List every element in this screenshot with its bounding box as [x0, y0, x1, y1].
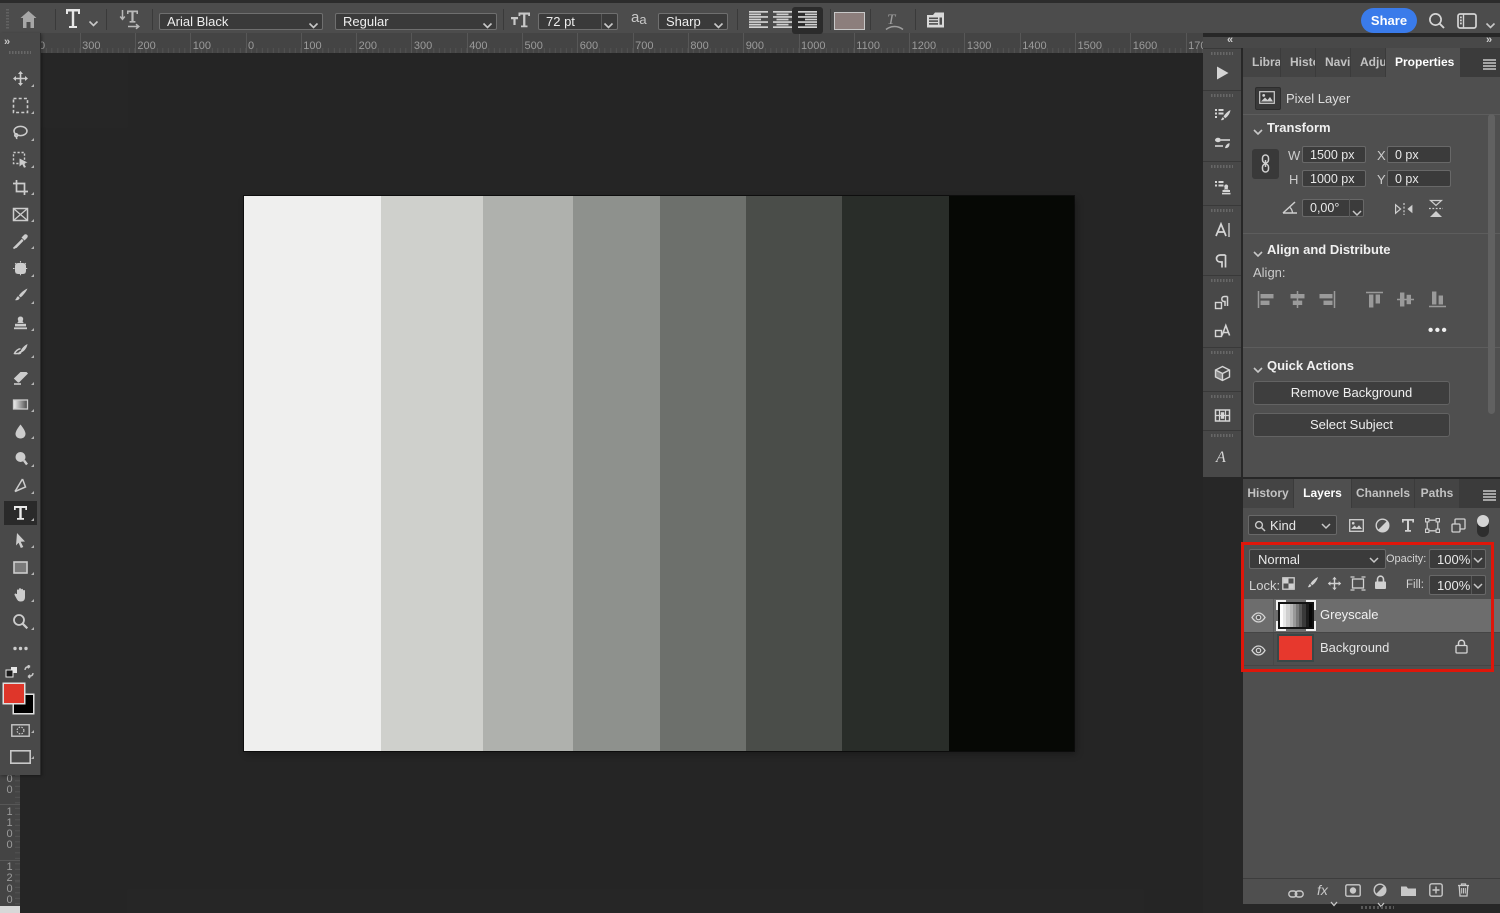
svg-text:A: A — [1215, 449, 1226, 465]
svg-text:T: T — [887, 12, 897, 28]
